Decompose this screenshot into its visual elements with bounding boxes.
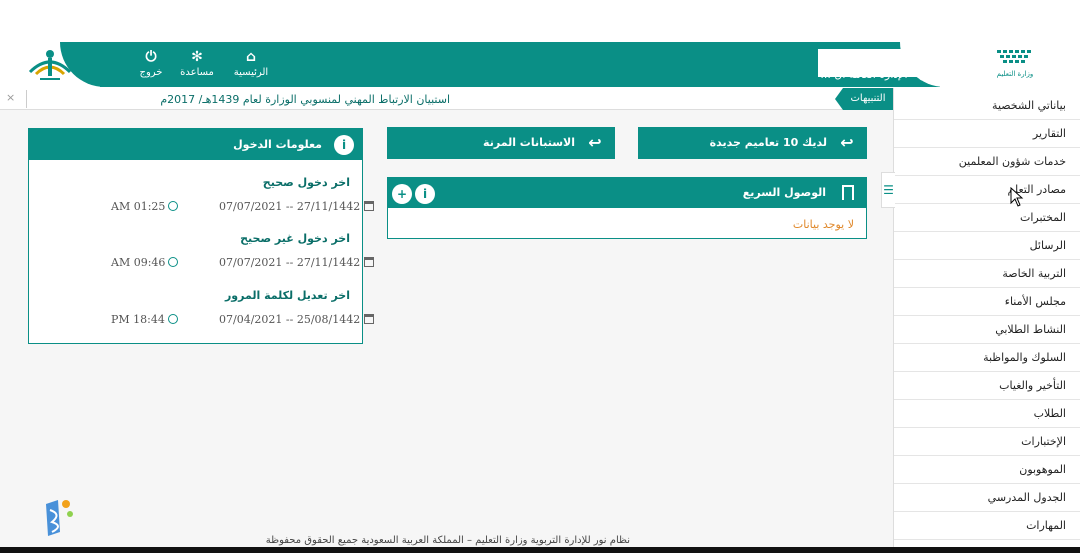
nav-help-button[interactable]: ✻ مساعدة xyxy=(172,48,222,86)
calendar-icon xyxy=(364,257,375,267)
nav-logout-label: خروج xyxy=(139,67,163,78)
sidebar-item-behavior[interactable]: السلوك والمواظبة xyxy=(894,344,1080,372)
last-valid-login-label: اخر دخول صحيح xyxy=(262,176,350,189)
sidebar-item-learning-resources[interactable]: مصادر التعلم xyxy=(894,176,1080,204)
last-password-change-date: 07/04/2021 -- 25/08/1442 xyxy=(219,313,375,326)
mouse-cursor-icon xyxy=(1010,187,1024,207)
footer-copyright: نظام نور للإدارة التربوية وزارة التعليم … xyxy=(265,535,630,546)
sidebar-item-skills[interactable]: المهارات xyxy=(894,512,1080,540)
quick-access-panel: الوصول السريع i + لا يوجد بيانات xyxy=(387,177,867,239)
bookmark-icon xyxy=(842,185,854,200)
last-password-change-time: PM 18:44 xyxy=(111,313,178,326)
sidebar-item-profile[interactable]: بياناتي الشخصية xyxy=(894,92,1080,120)
sidebar-item-reports[interactable]: التقارير xyxy=(894,120,1080,148)
clock-icon xyxy=(167,314,178,324)
last-invalid-login-date: 07/07/2021 -- 27/11/1442 xyxy=(219,256,375,269)
sidebar-item-special-education[interactable]: التربية الخاصة xyxy=(894,260,1080,288)
power-icon: ⏻ xyxy=(145,49,157,65)
sidebar-item-students[interactable]: الطلاب xyxy=(894,400,1080,428)
redacted-user-name xyxy=(818,49,926,77)
sidebar-item-board-of-trustees[interactable]: مجلس الأمناء xyxy=(894,288,1080,316)
no-data-text: لا يوجد بيانات xyxy=(792,218,854,231)
nav-help-label: مساعدة xyxy=(180,67,214,78)
sidebar-item-attendance[interactable]: التأخير والغياب xyxy=(894,372,1080,400)
sidebar-item-exams[interactable]: الإختبارات xyxy=(894,428,1080,456)
sidebar-item-teacher-services[interactable]: خدمات شؤون المعلمين xyxy=(894,148,1080,176)
window-top-bar xyxy=(0,0,1080,42)
alerts-tab: التنبيهات xyxy=(835,88,893,110)
flexible-surveys-button[interactable]: ↩ الاستبانات المرنة xyxy=(387,127,615,159)
window-bottom-bar xyxy=(0,547,1080,553)
sidebar-item-student-activity[interactable]: النشاط الطلابي xyxy=(894,316,1080,344)
new-circulars-label: لديك 10 تعاميم جديدة xyxy=(709,136,827,149)
clock-icon xyxy=(168,257,179,267)
flexible-surveys-label: الاستبانات المرنة xyxy=(483,136,575,149)
new-circulars-button[interactable]: ↩ لديك 10 تعاميم جديدة xyxy=(638,127,867,159)
last-valid-login-time: AM 01:25 xyxy=(111,200,179,213)
calendar-icon xyxy=(364,314,375,324)
last-password-change-label: اخر تعديل لكلمة المرور xyxy=(224,289,350,302)
gear-icon: ✻ xyxy=(191,49,203,65)
sidebar-item-labs[interactable]: المختبرات xyxy=(894,204,1080,232)
close-icon[interactable]: × xyxy=(6,91,15,104)
last-invalid-login-time: AM 09:46 xyxy=(111,256,179,269)
login-info-header: i معلومات الدخول xyxy=(29,129,362,160)
svg-text:وزارة التعليم: وزارة التعليم xyxy=(997,70,1034,78)
info-icon[interactable]: i xyxy=(415,184,435,204)
footer-logo-icon xyxy=(46,500,73,536)
reply-arrow-icon: ↩ xyxy=(588,133,602,152)
alerts-marquee-text[interactable]: استبيان الارتباط المهني لمنسوبي الوزارة … xyxy=(40,93,450,106)
home-icon: ⌂ xyxy=(245,49,257,65)
noor-logo-icon xyxy=(28,50,72,80)
login-info-title: معلومات الدخول xyxy=(233,138,322,151)
last-valid-login-date: 07/07/2021 -- 27/11/1442 xyxy=(219,200,375,213)
menu-toggle-icon[interactable]: ☰ xyxy=(881,172,895,208)
add-icon[interactable]: + xyxy=(392,184,412,204)
nav-logout-button[interactable]: ⏻ خروج xyxy=(126,48,176,86)
info-icon: i xyxy=(334,135,354,155)
clock-icon xyxy=(168,201,179,211)
reply-arrow-icon: ↩ xyxy=(840,133,854,152)
alerts-divider xyxy=(26,90,27,108)
sidebar-item-messages[interactable]: الرسائل xyxy=(894,232,1080,260)
calendar-icon xyxy=(364,201,375,211)
last-invalid-login-label: اخر دخول غير صحيح xyxy=(240,232,350,245)
login-info-panel: i معلومات الدخول اخر دخول صحيح 07/07/202… xyxy=(28,128,375,344)
nav-home-label: الرئيسية xyxy=(233,67,269,78)
sidebar-item-schedule[interactable]: الجدول المدرسي xyxy=(894,484,1080,512)
sidebar-item-gifted[interactable]: الموهوبون xyxy=(894,456,1080,484)
quick-access-title: الوصول السريع xyxy=(742,186,826,199)
sidebar-menu: بياناتي الشخصية التقارير خدمات شؤون المع… xyxy=(893,88,1080,547)
nav-home-button[interactable]: ⌂ الرئيسية xyxy=(226,48,276,86)
quick-access-header: الوصول السريع i + xyxy=(388,178,866,208)
ministry-logo-icon: وزارة التعليم xyxy=(997,50,1034,78)
